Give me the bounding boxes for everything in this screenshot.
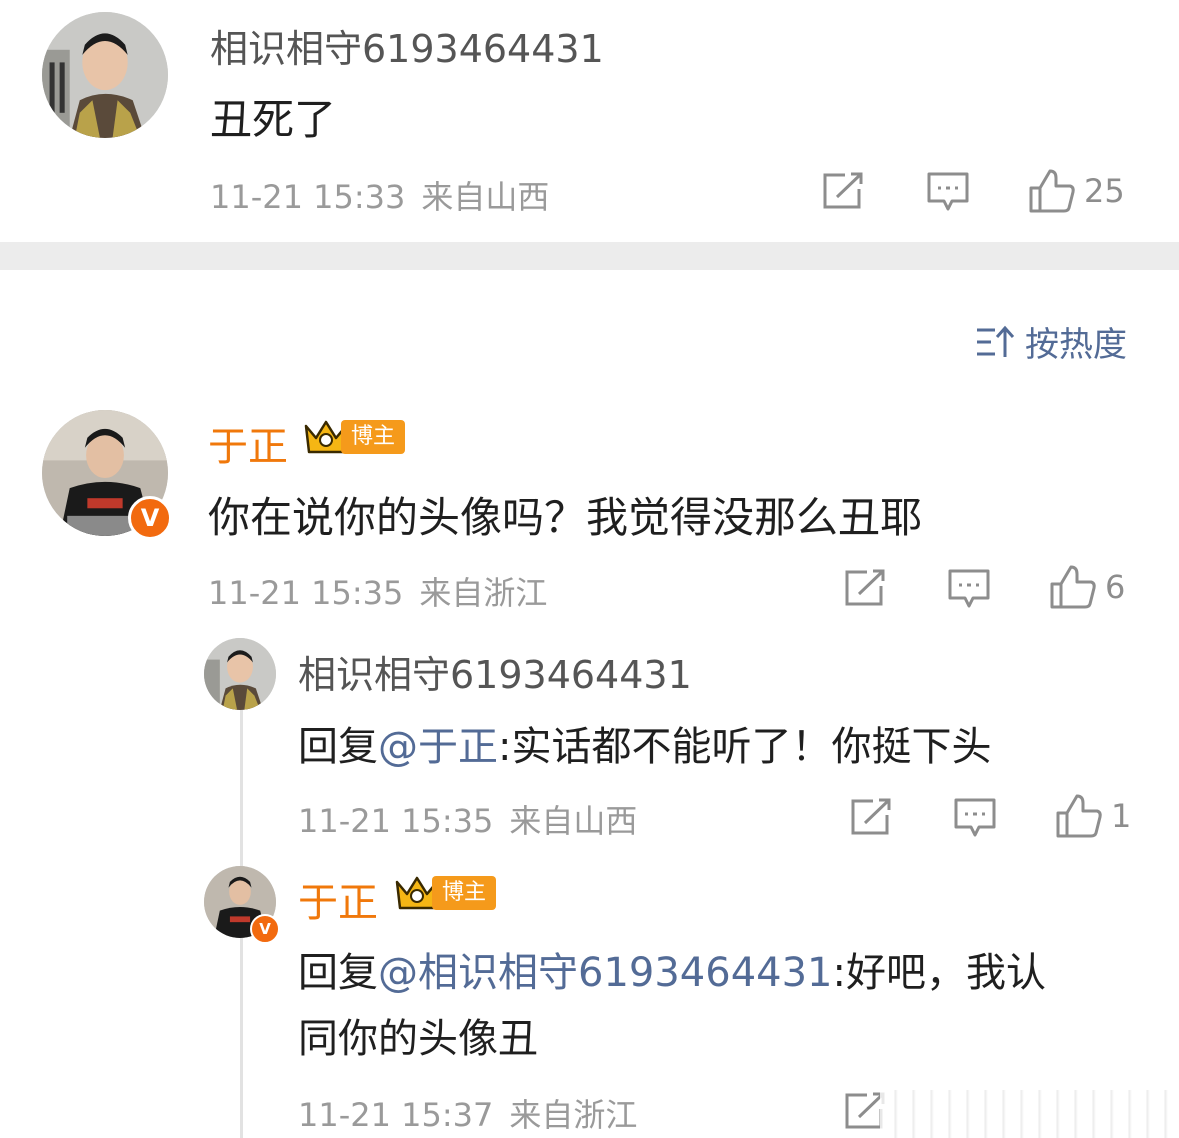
mention-link[interactable]: @于正 — [378, 724, 498, 770]
like-count: 6 — [1105, 568, 1126, 606]
comment-meta: 11-21 15:35 来自浙江 — [208, 568, 547, 614]
reply-text: 回复@相识相守6193464431:好吧，我认 — [298, 940, 1046, 998]
comment-location: 来自山西 — [421, 178, 550, 216]
avatar-image — [42, 12, 168, 138]
comment-username[interactable]: 于正 — [208, 414, 288, 472]
like-count: 25 — [1084, 172, 1125, 210]
share-icon — [851, 798, 891, 835]
avatar[interactable] — [42, 12, 168, 138]
reply-username[interactable]: 于正 — [298, 870, 378, 928]
reply-text-continued: 同你的头像丑 — [298, 1016, 538, 1062]
thumbs-up-icon — [1050, 565, 1096, 609]
reply-text: 回复@于正:实话都不能听了！你挺下头 — [298, 714, 991, 772]
reply-prefix: 回复 — [298, 950, 378, 996]
comment-time: 11-21 15:33 — [210, 178, 406, 216]
reply-meta: 11-21 15:37 来自浙江 — [298, 1090, 637, 1136]
comment-text: 丑死了 — [210, 95, 337, 144]
section-divider — [0, 242, 1179, 270]
comment-meta: 11-21 15:33 来自山西 — [210, 172, 549, 218]
comment-button[interactable] — [926, 171, 970, 213]
reply-username[interactable]: 相识相守6193464431 — [298, 644, 692, 699]
reply-location: 来自浙江 — [509, 1096, 638, 1134]
sort-label: 按热度 — [1025, 325, 1127, 365]
blogger-badge: 博主 — [394, 874, 497, 912]
reply-time: 11-21 15:37 — [298, 1096, 494, 1134]
share-button[interactable] — [849, 797, 893, 837]
like-count: 1 — [1111, 797, 1132, 835]
reply-location: 来自山西 — [509, 802, 638, 840]
blogger-label: 博主 — [341, 420, 406, 454]
comment-button[interactable] — [947, 568, 991, 610]
verified-v-icon: V — [128, 496, 172, 540]
reply-body: :实话都不能听了！你挺下头 — [498, 724, 992, 770]
avatar-image — [204, 638, 276, 710]
sort-icon — [977, 325, 1015, 357]
reply-time: 11-21 15:35 — [298, 802, 494, 840]
comment-username[interactable]: 相识相守6193464431 — [210, 18, 604, 73]
like-button[interactable]: 1 — [1055, 793, 1131, 839]
comment-button[interactable] — [953, 797, 997, 839]
share-button[interactable] — [821, 171, 865, 211]
sort-button[interactable]: 按热度 — [975, 317, 1127, 366]
share-icon — [845, 569, 885, 606]
comment-location: 来自浙江 — [419, 574, 548, 612]
verified-v-icon: V — [250, 914, 280, 944]
comment-icon — [948, 569, 990, 608]
like-button[interactable]: 25 — [1028, 168, 1125, 214]
thumbs-up-icon — [1056, 794, 1102, 838]
share-icon — [823, 172, 863, 209]
blogger-badge: 博主 — [303, 418, 406, 456]
like-button[interactable]: 6 — [1049, 564, 1125, 610]
comment-text: 你在说你的头像吗？我觉得没那么丑耶 — [208, 493, 923, 542]
blogger-label: 博主 — [432, 876, 497, 910]
share-button[interactable] — [843, 568, 887, 608]
thumbs-up-icon — [1029, 169, 1075, 213]
comment-icon — [927, 172, 969, 211]
reply-prefix: 回复 — [298, 724, 378, 770]
reply-body: :好吧，我认 — [832, 950, 1046, 996]
mention-link[interactable]: @相识相守6193464431 — [378, 950, 833, 996]
comment-time: 11-21 15:35 — [208, 574, 404, 612]
avatar[interactable] — [204, 638, 276, 710]
reply-meta: 11-21 15:35 来自山西 — [298, 796, 637, 842]
bottom-fade-overlay — [880, 1090, 1179, 1138]
comment-icon — [954, 798, 996, 837]
